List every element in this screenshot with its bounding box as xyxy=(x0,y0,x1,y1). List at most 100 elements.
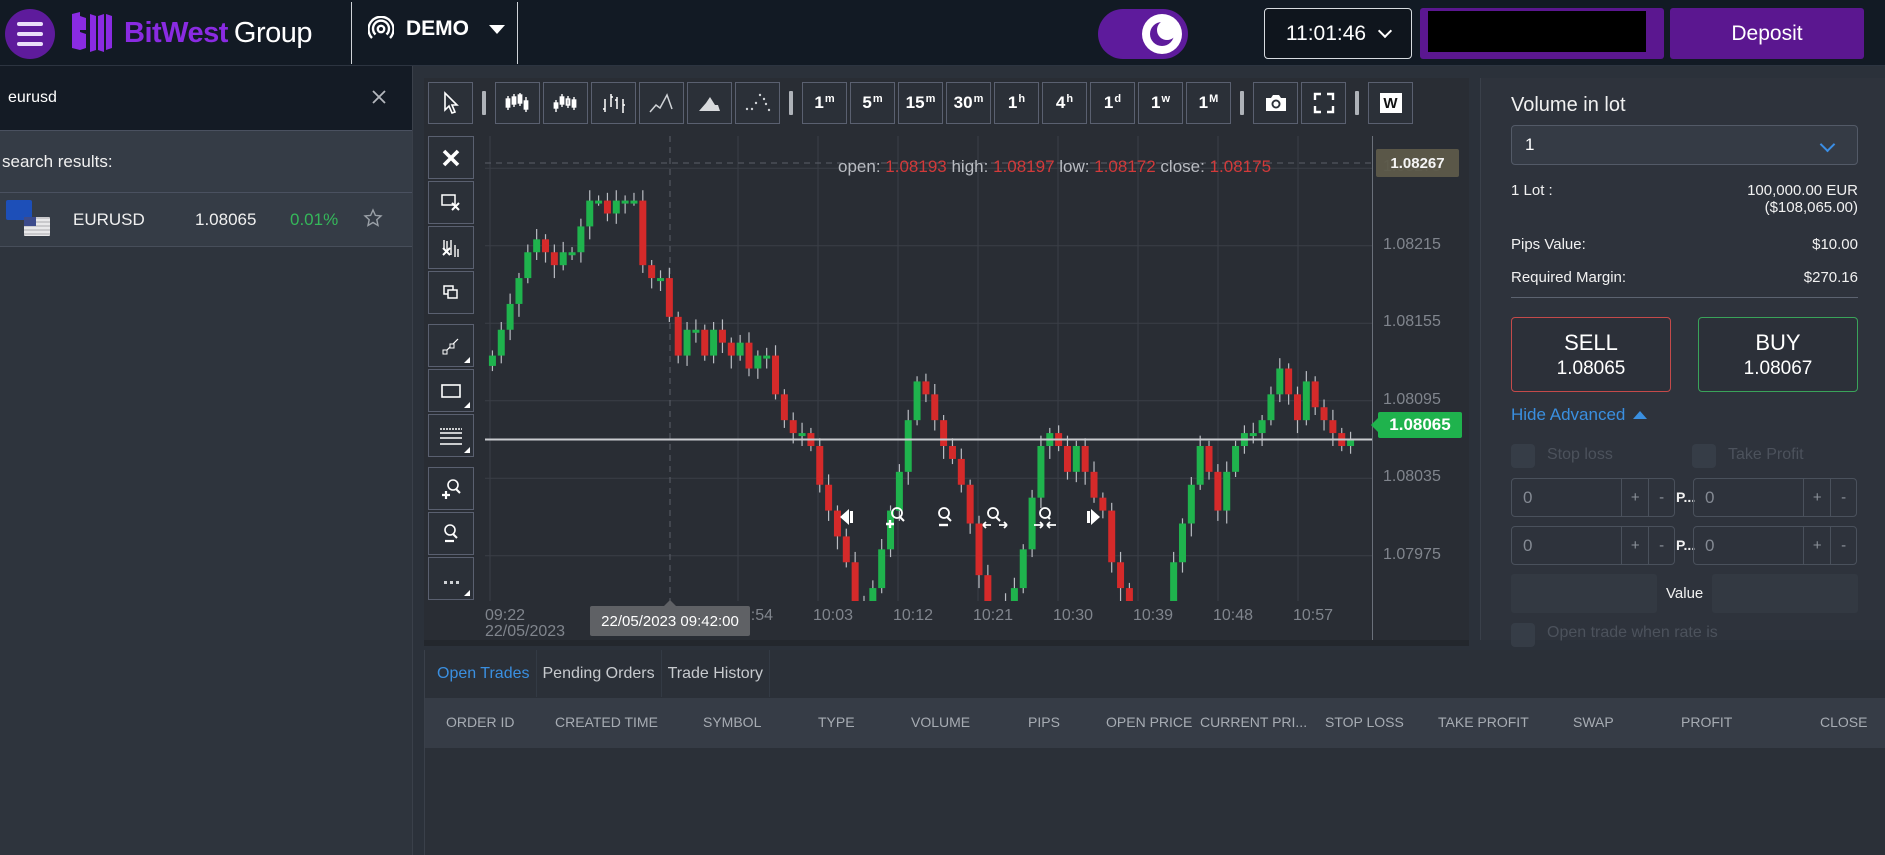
chart-horizontal-scrollbar[interactable] xyxy=(424,640,1469,646)
timeframe-15m-button[interactable]: 15 m xyxy=(898,82,943,124)
column-volume[interactable]: VOLUME xyxy=(911,714,970,730)
column-close[interactable]: CLOSE xyxy=(1820,714,1867,730)
chart-expand-range-button[interactable] xyxy=(980,502,1010,532)
chart-type-hollow-candles-button[interactable] xyxy=(543,82,588,124)
chart-type-area-button[interactable] xyxy=(687,82,732,124)
price-axis[interactable]: 1.082751.082151.081551.080951.080351.079… xyxy=(1372,136,1469,640)
pointer-tool-button[interactable] xyxy=(428,82,473,124)
decrement-button[interactable]: - xyxy=(1648,479,1674,516)
stop-loss-price-input[interactable]: 0 xyxy=(1512,479,1623,516)
eur-usd-flag-icon xyxy=(6,200,52,238)
candle-bearish xyxy=(665,278,673,317)
timeframe-1w-button[interactable]: 1w xyxy=(1138,82,1183,124)
timeframe-1M-button[interactable]: 1M xyxy=(1186,82,1231,124)
candle-bearish xyxy=(940,420,948,446)
account-balance-button[interactable] xyxy=(1420,8,1664,59)
brand-logo[interactable]: BitWest Group xyxy=(68,10,313,56)
open-when-rate-checkbox[interactable] xyxy=(1511,623,1535,647)
stop-loss-pips-input[interactable]: 0 xyxy=(1512,527,1623,564)
time-tick-label: 10:48 xyxy=(1213,607,1254,624)
column-current-price[interactable]: CURRENT PRI... xyxy=(1200,714,1307,730)
timeframe-5m-button[interactable]: 5m xyxy=(850,82,895,124)
timeframe-1m-button[interactable]: 1m xyxy=(802,82,847,124)
instrument-search-input[interactable] xyxy=(8,89,338,107)
column-pips[interactable]: PIPS xyxy=(1028,714,1060,730)
trendline-tool-button[interactable] xyxy=(428,324,474,367)
decrement-button[interactable]: - xyxy=(1830,527,1856,564)
line-chart-icon xyxy=(648,93,673,113)
column-created-time[interactable]: CREATED TIME xyxy=(555,714,658,730)
instrument-row-eurusd[interactable]: EURUSD 1.08065 0.01% xyxy=(0,193,412,247)
column-swap[interactable]: SWAP xyxy=(1573,714,1614,730)
timeframe-4h-button[interactable]: 4h xyxy=(1042,82,1087,124)
timeframe-1h-button[interactable]: 1h xyxy=(994,82,1039,124)
more-tools-button[interactable] xyxy=(428,557,474,600)
candle-bullish xyxy=(1302,381,1310,421)
increment-button[interactable]: + xyxy=(1622,479,1648,516)
column-open-price[interactable]: OPEN PRICE xyxy=(1106,714,1192,730)
take-profit-checkbox[interactable] xyxy=(1692,444,1716,468)
increment-button[interactable]: + xyxy=(1804,479,1830,516)
scroll-right-button[interactable] xyxy=(1080,502,1110,532)
take-profit-price-input[interactable]: 0 xyxy=(1694,479,1805,516)
scroll-left-button[interactable] xyxy=(830,502,860,532)
dark-mode-toggle[interactable] xyxy=(1098,9,1188,59)
remove-all-button[interactable] xyxy=(428,136,474,179)
take-profit-price-stepper: 0 + - xyxy=(1693,478,1857,517)
w-widget-button[interactable]: W xyxy=(1368,82,1413,124)
close-icon[interactable] xyxy=(370,88,388,106)
zoom-in-button[interactable] xyxy=(428,467,474,510)
column-stop-loss[interactable]: STOP LOSS xyxy=(1325,714,1404,730)
fullscreen-button[interactable] xyxy=(1301,82,1346,124)
timeframe-30m-button[interactable]: 30 m xyxy=(946,82,991,124)
chart-type-candles-button[interactable] xyxy=(495,82,540,124)
column-order-id[interactable]: ORDER ID xyxy=(446,714,514,730)
stop-loss-value-field[interactable] xyxy=(1511,574,1657,613)
more-dots-icon xyxy=(444,580,459,584)
column-take-profit[interactable]: TAKE PROFIT xyxy=(1438,714,1529,730)
chart-type-dots-button[interactable] xyxy=(735,82,780,124)
chart-type-bars-button[interactable] xyxy=(591,82,636,124)
increment-button[interactable]: + xyxy=(1804,527,1830,564)
account-mode-dropdown[interactable]: DEMO xyxy=(368,16,505,42)
tab-open-trades[interactable]: Open Trades xyxy=(425,650,537,697)
required-margin-value: $270.16 xyxy=(1803,269,1858,286)
fibonacci-tool-button[interactable] xyxy=(428,414,474,457)
column-symbol[interactable]: SYMBOL xyxy=(703,714,761,730)
remove-indicators-button[interactable] xyxy=(428,226,474,269)
zoom-out-button[interactable] xyxy=(428,512,474,555)
open-when-rate-label: Open trade when rate is xyxy=(1547,624,1718,641)
chart-type-line-button[interactable] xyxy=(639,82,684,124)
increment-button[interactable]: + xyxy=(1622,527,1648,564)
take-profit-pips-input[interactable]: 0 xyxy=(1694,527,1805,564)
rectangle-tool-button[interactable] xyxy=(428,369,474,412)
buy-button[interactable]: BUY 1.08067 xyxy=(1698,317,1858,392)
hamburger-menu-button[interactable] xyxy=(5,9,55,59)
chart-compress-range-button[interactable] xyxy=(1030,502,1060,532)
deposit-button[interactable]: Deposit xyxy=(1670,8,1864,59)
tab-pending-orders[interactable]: Pending Orders xyxy=(537,650,662,697)
volume-lot-select[interactable]: 1 xyxy=(1511,125,1858,165)
tab-trade-history[interactable]: Trade History xyxy=(662,650,770,697)
decrement-button[interactable]: - xyxy=(1830,479,1856,516)
candle-bullish xyxy=(497,329,505,356)
take-profit-value-field[interactable] xyxy=(1712,574,1858,613)
ohlc-bars-icon xyxy=(602,94,625,113)
remove-drawings-button[interactable] xyxy=(428,181,474,224)
chart-zoom-out-button[interactable] xyxy=(930,502,960,532)
candle-bullish xyxy=(1037,446,1045,498)
screenshot-button[interactable] xyxy=(1253,82,1298,124)
column-profit[interactable]: PROFIT xyxy=(1681,714,1732,730)
chart-zoom-in-button[interactable] xyxy=(880,502,910,532)
column-type[interactable]: TYPE xyxy=(818,714,855,730)
clone-button[interactable] xyxy=(428,271,474,314)
star-icon[interactable] xyxy=(363,208,383,228)
toolbar-separator xyxy=(1355,91,1359,115)
decrement-button[interactable]: - xyxy=(1648,527,1674,564)
timeframe-1d-button[interactable]: 1d xyxy=(1090,82,1135,124)
candle-bullish xyxy=(692,329,700,333)
hide-advanced-toggle[interactable]: Hide Advanced xyxy=(1511,405,1648,425)
sell-button[interactable]: SELL 1.08065 xyxy=(1511,317,1671,392)
stop-loss-checkbox[interactable] xyxy=(1511,444,1535,468)
clock-dropdown[interactable]: 11:01:46 xyxy=(1264,8,1412,59)
